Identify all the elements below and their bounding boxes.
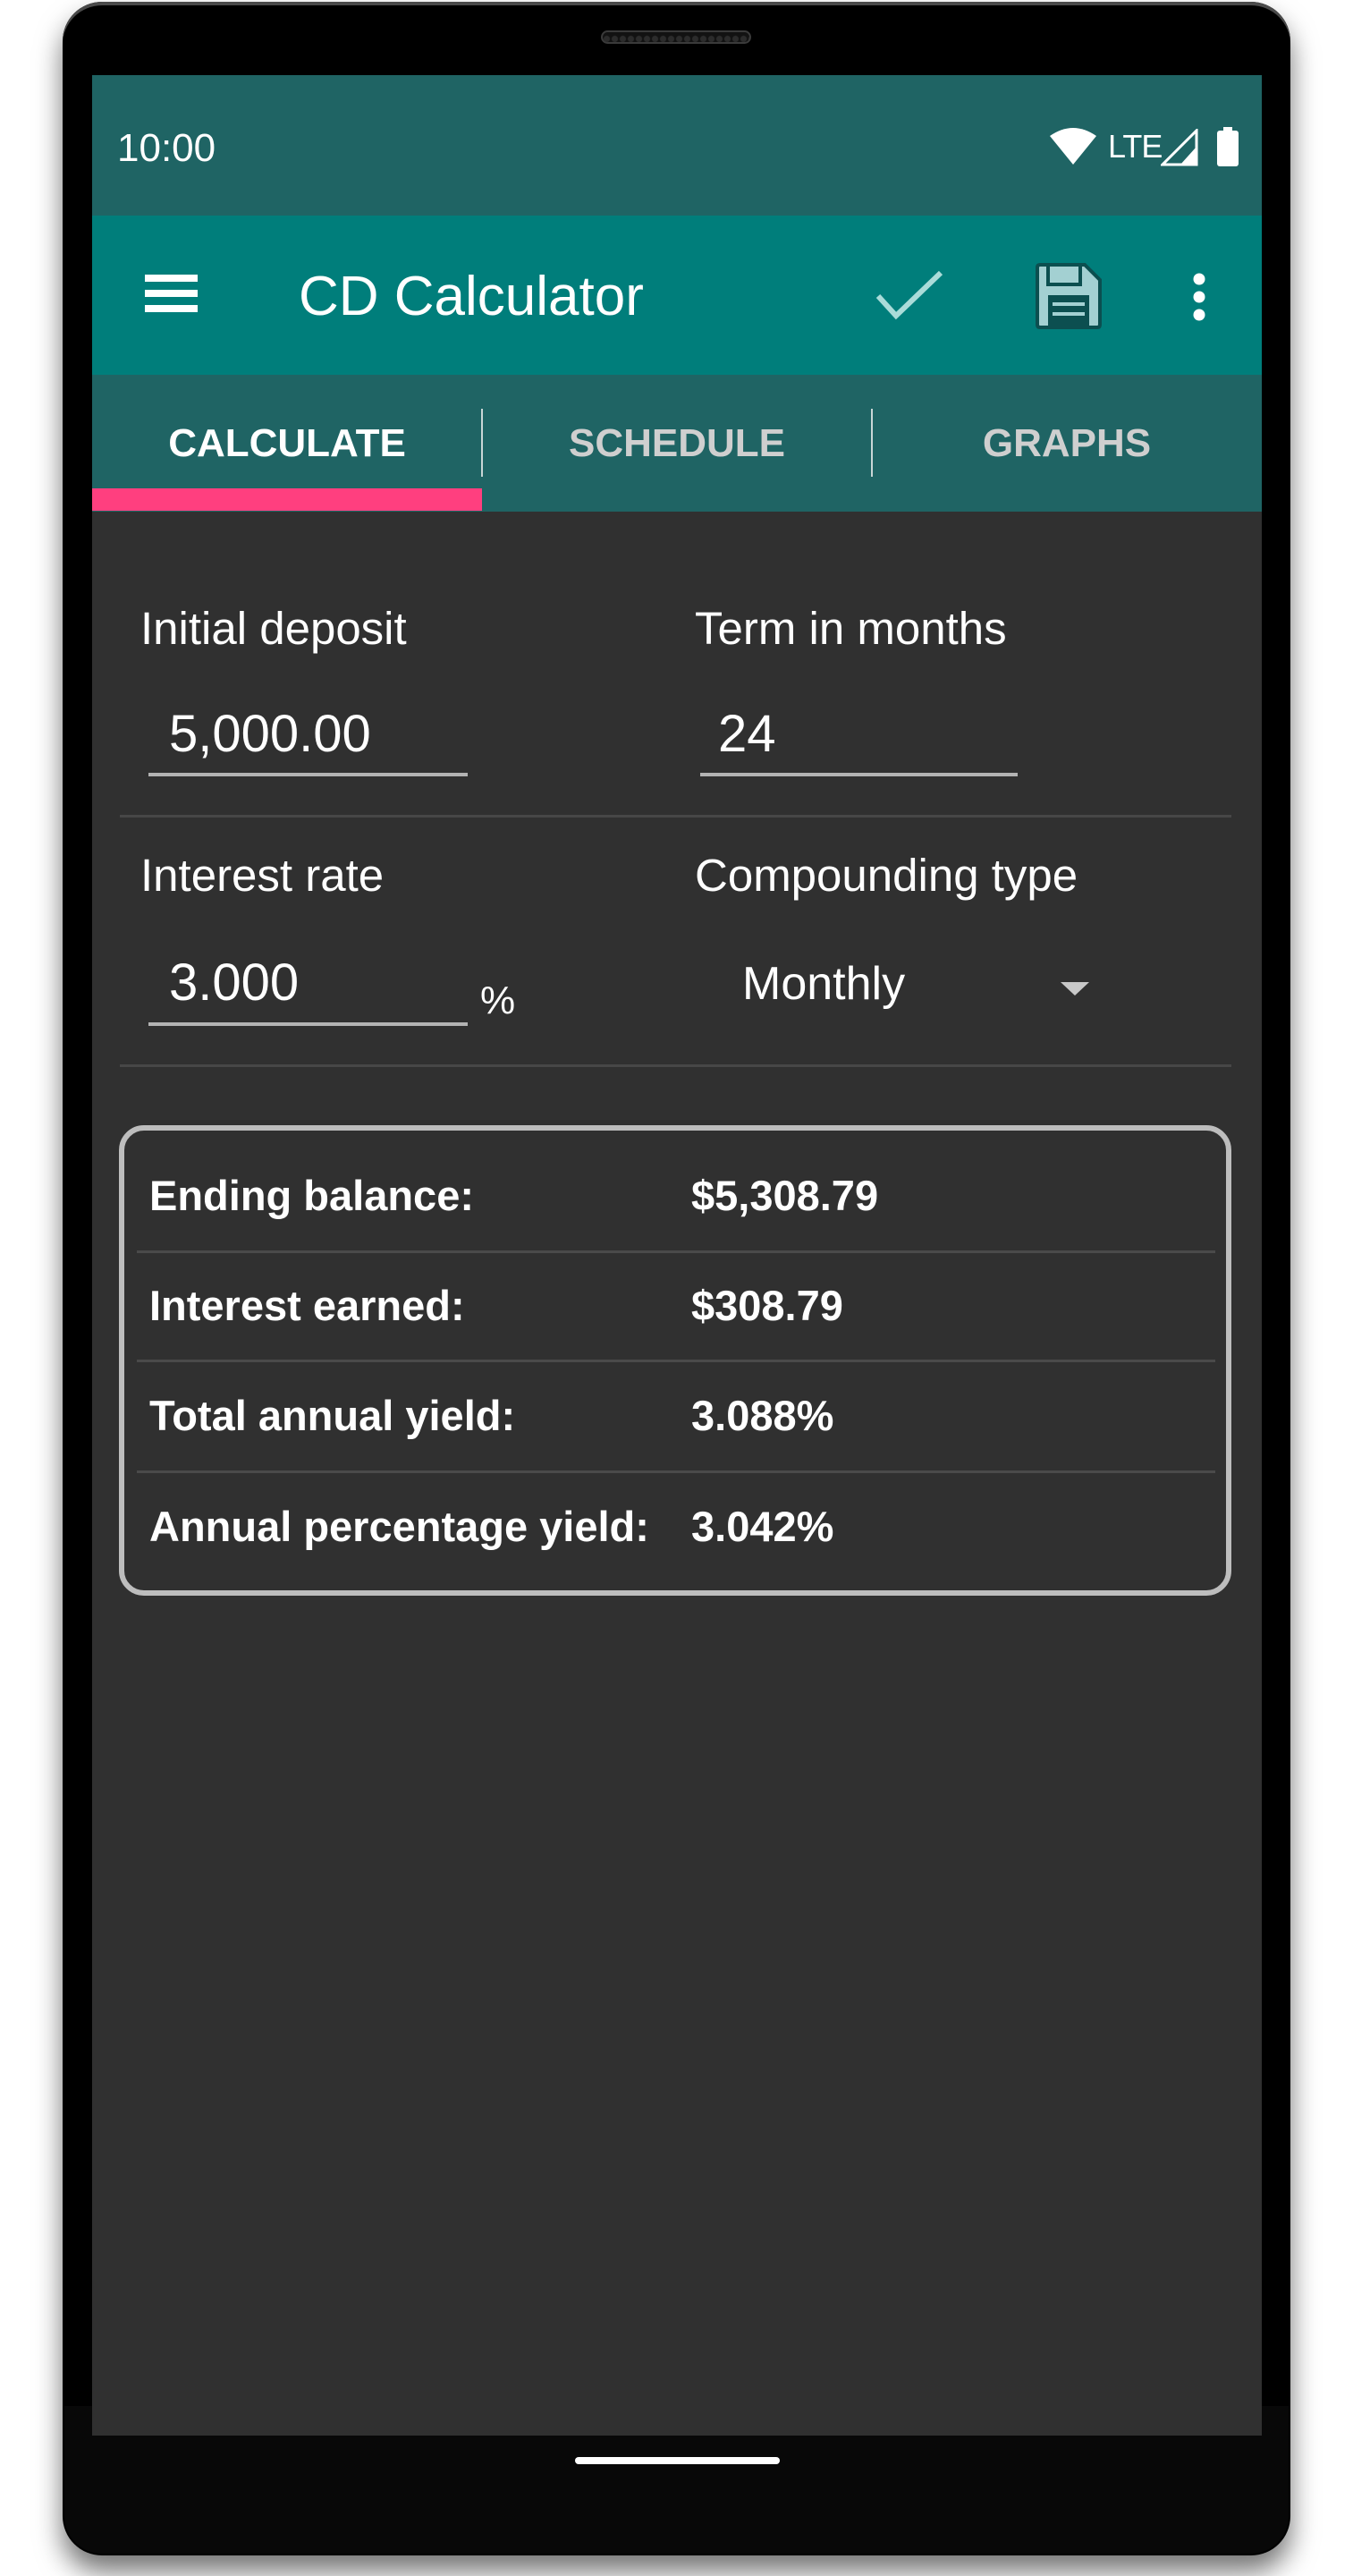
battery-icon [1217,127,1239,166]
wifi-icon [1050,128,1096,165]
term-in-months-label: Term in months [695,603,1007,654]
result-label: Annual percentage yield: [149,1503,649,1550]
status-time: 10:00 [117,126,216,170]
result-row-interest-earned: Interest earned: $308.79 [137,1248,1213,1358]
result-label: Ending balance: [149,1172,474,1219]
interest-rate-label: Interest rate [140,850,385,901]
status-bar: 10:00 LTE [92,75,1262,216]
active-tab-indicator [92,488,482,511]
term-in-months-input[interactable]: 24 [718,708,776,761]
save-floppy-icon[interactable] [1035,262,1103,330]
results-panel: Ending balance: $5,308.79 Interest earne… [119,1125,1231,1596]
result-value: $5,308.79 [691,1172,879,1219]
hamburger-menu-icon[interactable] [145,275,198,314]
tab-schedule[interactable]: SCHEDULE [482,375,872,512]
result-value: $308.79 [691,1282,843,1329]
compounding-type-selected: Monthly [742,958,906,1010]
speaker-grille [601,30,751,44]
result-row-ending-balance: Ending balance: $5,308.79 [137,1138,1213,1248]
app-screen: 10:00 LTE CD Calculator CALCULATE SCHEDU… [92,75,1262,2436]
input-underline [700,773,1018,776]
compounding-type-label: Compounding type [695,850,1078,901]
percent-unit-label: % [480,979,516,1022]
tab-bar: CALCULATE SCHEDULE GRAPHS [92,375,1262,512]
dropdown-arrow-icon [1061,982,1089,996]
result-value: 3.088% [691,1392,834,1439]
app-title: CD Calculator [299,266,644,327]
initial-deposit-label: Initial deposit [140,603,407,654]
result-label: Interest earned: [149,1282,465,1329]
input-underline [148,773,468,776]
result-row-annual-percentage-yield: Annual percentage yield: 3.042% [137,1469,1213,1579]
app-toolbar: CD Calculator [92,216,1262,375]
tab-graphs[interactable]: GRAPHS [872,375,1262,512]
section-divider [120,815,1231,818]
initial-deposit-input[interactable]: 5,000.00 [169,708,371,761]
result-row-total-annual-yield: Total annual yield: 3.088% [137,1358,1213,1468]
result-label: Total annual yield: [149,1392,516,1439]
section-divider [120,1064,1231,1067]
lte-label: LTE [1108,128,1163,165]
home-gesture-bar[interactable] [575,2457,780,2464]
interest-rate-input[interactable]: 3.000 [169,956,299,1010]
checkmark-icon[interactable] [873,269,944,323]
compounding-type-dropdown[interactable]: Monthly [736,952,1112,1023]
more-vert-icon[interactable] [1188,271,1210,326]
result-value: 3.042% [691,1503,834,1550]
cell-signal-icon [1161,129,1198,166]
input-underline [148,1022,468,1026]
